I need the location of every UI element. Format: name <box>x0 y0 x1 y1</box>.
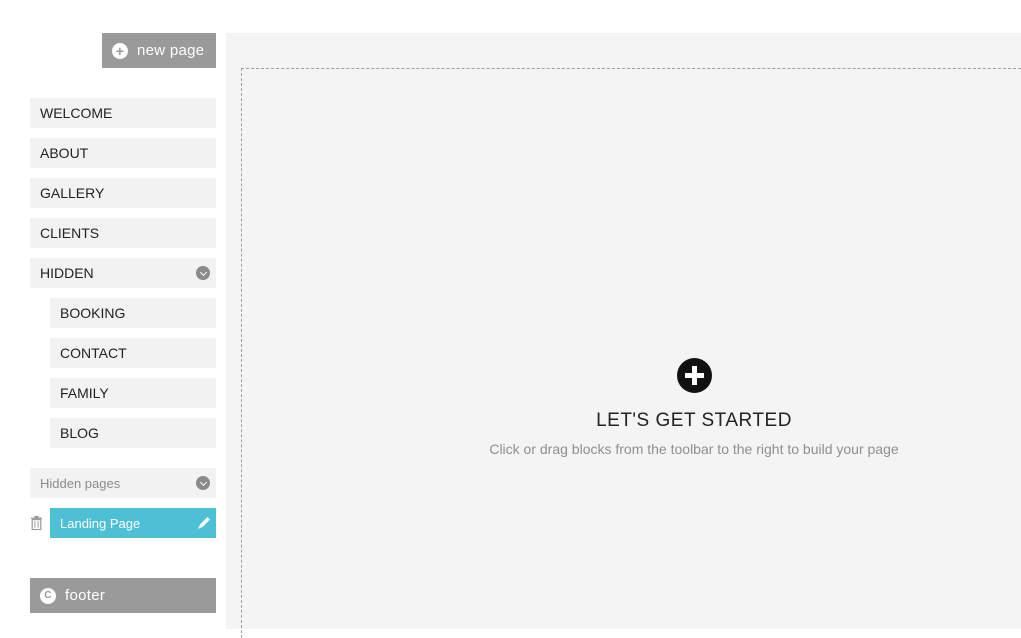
sidebar-item-label: BLOG <box>60 425 99 441</box>
copyright-icon: C <box>40 587 56 604</box>
sidebar-subitem-blog[interactable]: BLOG <box>50 418 216 448</box>
sidebar-subitem-family[interactable]: FAMILY <box>50 378 216 408</box>
sidebar-item-label: WELCOME <box>40 105 113 121</box>
sidebar-item-label: BOOKING <box>60 305 126 321</box>
sidebar-item-gallery[interactable]: GALLERY <box>30 178 216 208</box>
plus-circle-icon[interactable] <box>677 358 712 393</box>
sidebar-item-label: FAMILY <box>60 385 109 401</box>
sidebar-subitem-contact[interactable]: CONTACT <box>50 338 216 368</box>
new-page-label: new page <box>137 42 205 59</box>
block-dropzone[interactable] <box>241 68 1021 638</box>
hidden-pages-label: Hidden pages <box>40 475 121 491</box>
footer-button[interactable]: C footer <box>30 578 216 613</box>
sidebar-item-label: HIDDEN <box>40 265 94 281</box>
plus-circle-icon: + <box>112 42 128 59</box>
chevron-down-icon[interactable] <box>196 266 210 280</box>
sidebar-item-clients[interactable]: CLIENTS <box>30 218 216 248</box>
new-page-button[interactable]: + new page <box>102 33 216 68</box>
landing-page-label: Landing Page <box>60 515 141 531</box>
page-canvas: LET'S GET STARTED Click or drag blocks f… <box>226 33 1021 638</box>
sidebar-item-label: CONTACT <box>60 345 127 361</box>
getting-started-subtitle: Click or drag blocks from the toolbar to… <box>489 441 899 457</box>
sidebar-item-label: GALLERY <box>40 185 105 201</box>
sidebar-item-hidden[interactable]: HIDDEN <box>30 258 216 288</box>
getting-started-title: LET'S GET STARTED <box>596 410 792 431</box>
sidebar-item-about[interactable]: ABOUT <box>30 138 216 168</box>
sidebar-item-label: ABOUT <box>40 145 89 161</box>
sidebar-subitem-booking[interactable]: BOOKING <box>50 298 216 328</box>
sidebar-item-label: CLIENTS <box>40 225 100 241</box>
sidebar-item-welcome[interactable]: WELCOME <box>30 98 216 128</box>
chevron-down-icon[interactable] <box>196 476 210 490</box>
sidebar: + new page WELCOME ABOUT GALLERY CLIENTS… <box>0 0 226 629</box>
hidden-pages-toggle[interactable]: Hidden pages <box>30 468 216 498</box>
trash-icon[interactable] <box>31 516 42 530</box>
landing-page-item[interactable]: Landing Page <box>50 508 216 538</box>
pencil-icon[interactable] <box>196 515 212 531</box>
footer-label: footer <box>65 587 106 604</box>
